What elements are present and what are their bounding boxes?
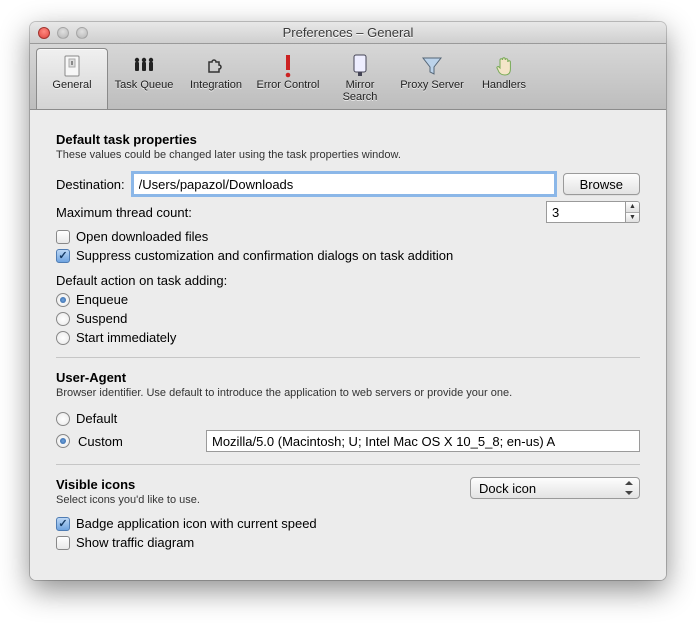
ua-custom-label: Custom xyxy=(78,434,198,449)
minimize-icon[interactable] xyxy=(57,27,69,39)
visible-icons-title: Visible icons xyxy=(56,477,462,492)
visible-icons-sub: Select icons you'd like to use. xyxy=(56,494,462,506)
visible-icons-value: Dock icon xyxy=(479,481,536,496)
stepper-up-icon[interactable]: ▲ xyxy=(626,202,639,213)
traffic-diagram-label: Show traffic diagram xyxy=(76,535,194,550)
exclamation-icon xyxy=(255,53,321,79)
tab-integration[interactable]: Integration xyxy=(180,48,252,109)
default-action-label: Default action on task adding: xyxy=(56,273,640,288)
tab-label: Integration xyxy=(183,79,249,91)
tab-label: Proxy Server xyxy=(399,79,465,91)
preferences-window: Preferences – General General Task Queue… xyxy=(30,22,666,580)
tab-label: Error Control xyxy=(255,79,321,91)
stepper[interactable]: ▲ ▼ xyxy=(626,201,640,223)
ua-default-label: Default xyxy=(76,411,117,426)
tab-label: Mirror Search xyxy=(327,79,393,103)
badge-icon-checkbox[interactable] xyxy=(56,517,70,531)
suppress-dialogs-checkbox[interactable] xyxy=(56,249,70,263)
window-title: Preferences – General xyxy=(30,25,666,40)
ua-custom-input[interactable] xyxy=(206,430,640,452)
badge-icon-label: Badge application icon with current spee… xyxy=(76,516,317,531)
funnel-icon xyxy=(399,53,465,79)
traffic-diagram-checkbox[interactable] xyxy=(56,536,70,550)
action-suspend-radio[interactable] xyxy=(56,312,70,326)
ua-default-radio[interactable] xyxy=(56,412,70,426)
divider xyxy=(56,464,640,465)
suppress-dialogs-label: Suppress customization and confirmation … xyxy=(76,248,453,263)
open-downloaded-checkbox[interactable] xyxy=(56,230,70,244)
people-icon xyxy=(111,53,177,79)
ua-custom-radio[interactable] xyxy=(56,434,70,448)
tab-task-queue[interactable]: Task Queue xyxy=(108,48,180,109)
destination-label: Destination: xyxy=(56,177,125,192)
destination-input[interactable] xyxy=(133,173,555,195)
switch-icon xyxy=(39,53,105,79)
max-thread-label: Maximum thread count: xyxy=(56,205,192,220)
titlebar: Preferences – General xyxy=(30,22,666,44)
close-icon[interactable] xyxy=(38,27,50,39)
zoom-icon[interactable] xyxy=(76,27,88,39)
stepper-down-icon[interactable]: ▼ xyxy=(626,213,639,223)
tab-label: Handlers xyxy=(471,79,537,91)
tab-error-control[interactable]: Error Control xyxy=(252,48,324,109)
browse-button[interactable]: Browse xyxy=(563,173,640,195)
action-enqueue-label: Enqueue xyxy=(76,292,128,307)
tab-label: General xyxy=(39,79,105,91)
tab-label: Task Queue xyxy=(111,79,177,91)
task-properties-sub: These values could be changed later usin… xyxy=(56,149,640,161)
divider xyxy=(56,357,640,358)
action-enqueue-radio[interactable] xyxy=(56,293,70,307)
action-suspend-label: Suspend xyxy=(76,311,127,326)
tab-proxy-server[interactable]: Proxy Server xyxy=(396,48,468,109)
action-start-radio[interactable] xyxy=(56,331,70,345)
puzzle-icon xyxy=(183,53,249,79)
content-pane: Default task properties These values cou… xyxy=(30,110,666,580)
visible-icons-select[interactable]: Dock icon xyxy=(470,477,640,499)
tab-mirror-search[interactable]: Mirror Search xyxy=(324,48,396,109)
toolbar: General Task Queue Integration Error Con… xyxy=(30,44,666,110)
task-properties-title: Default task properties xyxy=(56,132,640,147)
user-agent-title: User-Agent xyxy=(56,370,640,385)
mirror-icon xyxy=(327,53,393,79)
open-downloaded-label: Open downloaded files xyxy=(76,229,208,244)
user-agent-sub: Browser identifier. Use default to intro… xyxy=(56,387,640,399)
hand-icon xyxy=(471,53,537,79)
action-start-label: Start immediately xyxy=(76,330,176,345)
tab-handlers[interactable]: Handlers xyxy=(468,48,540,109)
max-thread-input[interactable] xyxy=(546,201,626,223)
tab-general[interactable]: General xyxy=(36,48,108,109)
